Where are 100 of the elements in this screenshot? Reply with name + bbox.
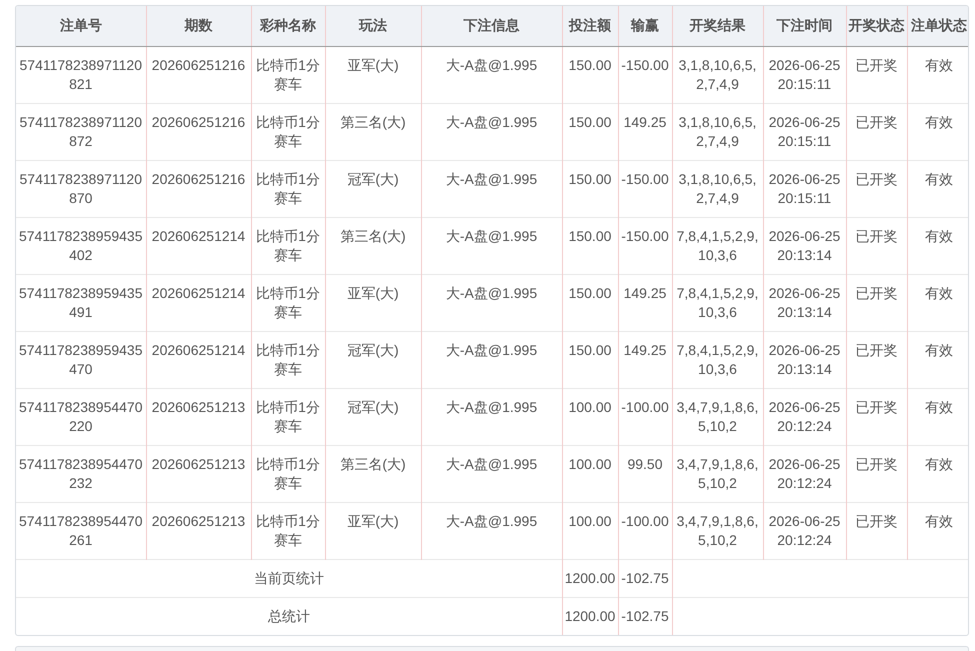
column-header: 注单状态	[907, 6, 968, 46]
table-cell: 比特币1分赛车	[251, 217, 325, 274]
table-cell: 已开奖	[846, 388, 907, 445]
table-cell: 100.00	[562, 502, 618, 559]
summary-amount: 1200.00	[562, 559, 618, 597]
table-cell: 比特币1分赛车	[251, 160, 325, 217]
table-cell: 202606251214	[146, 274, 251, 331]
table-cell: 5741178238971120821	[16, 46, 146, 103]
table-cell: 2026-06-25 20:15:11	[763, 160, 846, 217]
table-cell: 3,4,7,9,1,8,6,5,10,2	[672, 388, 763, 445]
column-header: 彩种名称	[251, 6, 325, 46]
summary-label: 当前页统计	[16, 559, 562, 597]
table-cell: 5741178238954470220	[16, 388, 146, 445]
table-cell: 有效	[907, 274, 968, 331]
table-cell: 3,4,7,9,1,8,6,5,10,2	[672, 502, 763, 559]
table-cell: 99.50	[618, 445, 672, 502]
table-cell: 202606251213	[146, 445, 251, 502]
column-header: 玩法	[325, 6, 421, 46]
table-cell: 已开奖	[846, 46, 907, 103]
table-cell: 有效	[907, 160, 968, 217]
table-cell: 202606251216	[146, 46, 251, 103]
table-cell: 大-A盘@1.995	[421, 502, 562, 559]
table-cell: 已开奖	[846, 217, 907, 274]
table-cell: 亚军(大)	[325, 46, 421, 103]
table-cell: 有效	[907, 445, 968, 502]
table-cell: 2026-06-25 20:12:24	[763, 388, 846, 445]
summary-profit: -102.75	[618, 597, 672, 635]
column-header: 投注额	[562, 6, 618, 46]
table-cell: 已开奖	[846, 160, 907, 217]
table-cell: 5741178238959435470	[16, 331, 146, 388]
table-cell: 亚军(大)	[325, 502, 421, 559]
table-cell: 5741178238971120870	[16, 160, 146, 217]
table-cell: 大-A盘@1.995	[421, 388, 562, 445]
column-header: 开奖状态	[846, 6, 907, 46]
table-cell: 已开奖	[846, 502, 907, 559]
table-cell: 150.00	[562, 331, 618, 388]
table-cell: 比特币1分赛车	[251, 274, 325, 331]
column-header: 输赢	[618, 6, 672, 46]
table-cell: 有效	[907, 46, 968, 103]
table-cell: 比特币1分赛车	[251, 445, 325, 502]
column-header: 下注信息	[421, 6, 562, 46]
table-cell: 5741178238959435402	[16, 217, 146, 274]
table-cell: 150.00	[562, 274, 618, 331]
table-cell: 5741178238954470232	[16, 445, 146, 502]
table-cell: 已开奖	[846, 445, 907, 502]
table-cell: 有效	[907, 103, 968, 160]
table-cell: 202606251213	[146, 502, 251, 559]
column-header: 注单号	[16, 6, 146, 46]
table-cell: 149.25	[618, 274, 672, 331]
table-cell: 149.25	[618, 103, 672, 160]
table-cell: 大-A盘@1.995	[421, 331, 562, 388]
table-cell: 2026-06-25 20:15:11	[763, 103, 846, 160]
table-cell: -150.00	[618, 217, 672, 274]
column-header: 期数	[146, 6, 251, 46]
table-cell: 大-A盘@1.995	[421, 274, 562, 331]
table-cell: 有效	[907, 502, 968, 559]
table-cell: 大-A盘@1.995	[421, 160, 562, 217]
summary-amount: 1200.00	[562, 597, 618, 635]
table-cell: 冠军(大)	[325, 331, 421, 388]
table-cell: 大-A盘@1.995	[421, 46, 562, 103]
table-cell: 有效	[907, 331, 968, 388]
table-cell: -100.00	[618, 388, 672, 445]
table-cell: 2026-06-25 20:15:11	[763, 46, 846, 103]
table-cell: 7,8,4,1,5,2,9,10,3,6	[672, 217, 763, 274]
table-cell: 第三名(大)	[325, 445, 421, 502]
table-cell: 已开奖	[846, 331, 907, 388]
table-cell: 第三名(大)	[325, 103, 421, 160]
table-cell: 150.00	[562, 103, 618, 160]
table-cell: -150.00	[618, 46, 672, 103]
table-cell: 比特币1分赛车	[251, 331, 325, 388]
table-cell: 202606251214	[146, 331, 251, 388]
table-cell: 3,1,8,10,6,5,2,7,4,9	[672, 160, 763, 217]
table-cell: 100.00	[562, 445, 618, 502]
summary-profit: -102.75	[618, 559, 672, 597]
table-cell: 2026-06-25 20:12:24	[763, 502, 846, 559]
table-cell: 149.25	[618, 331, 672, 388]
table-cell: 比特币1分赛车	[251, 502, 325, 559]
table-cell: 5741178238954470261	[16, 502, 146, 559]
table-cell: 2026-06-25 20:12:24	[763, 445, 846, 502]
summary-label: 总统计	[16, 597, 562, 635]
table-cell: 5741178238959435491	[16, 274, 146, 331]
table-cell: 冠军(大)	[325, 388, 421, 445]
table-cell: 比特币1分赛车	[251, 103, 325, 160]
table-cell: 202606251216	[146, 160, 251, 217]
table-cell: 202606251214	[146, 217, 251, 274]
table-cell: 已开奖	[846, 103, 907, 160]
table-cell: 大-A盘@1.995	[421, 445, 562, 502]
table-cell: 比特币1分赛车	[251, 388, 325, 445]
table-cell: 150.00	[562, 160, 618, 217]
table-cell: 已开奖	[846, 274, 907, 331]
table-cell: 有效	[907, 388, 968, 445]
table-cell: 大-A盘@1.995	[421, 217, 562, 274]
column-header: 开奖结果	[672, 6, 763, 46]
table-cell: 冠军(大)	[325, 160, 421, 217]
table-cell: 3,1,8,10,6,5,2,7,4,9	[672, 103, 763, 160]
table-cell: 7,8,4,1,5,2,9,10,3,6	[672, 274, 763, 331]
column-header: 下注时间	[763, 6, 846, 46]
table-cell: -100.00	[618, 502, 672, 559]
table-cell: 202606251213	[146, 388, 251, 445]
table-cell: 100.00	[562, 388, 618, 445]
